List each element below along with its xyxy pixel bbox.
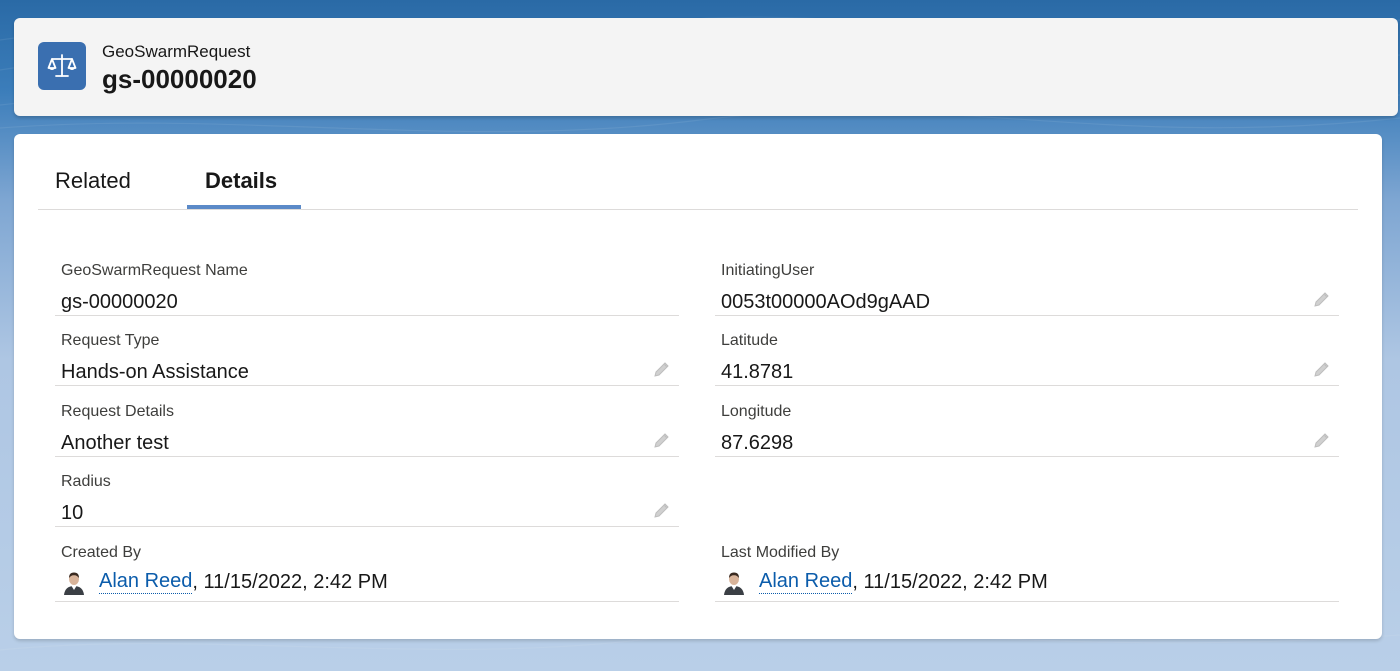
field-label: Created By (61, 544, 142, 561)
field-label: GeoSwarmRequest Name (61, 262, 248, 279)
field-longitude: Longitude 87.6298 (715, 395, 1339, 457)
field-label: Radius (61, 473, 111, 490)
field-latitude: Latitude 41.8781 (715, 324, 1339, 386)
pencil-icon[interactable] (653, 360, 671, 378)
pencil-icon[interactable] (653, 431, 671, 449)
avatar (61, 569, 87, 595)
tab-bar: Related Details (38, 134, 1358, 210)
field-value: Hands-on Assistance (61, 361, 249, 383)
tab-details[interactable]: Details (205, 168, 277, 194)
object-type-label: GeoSwarmRequest (102, 42, 251, 61)
field-value: 87.6298 (721, 432, 794, 454)
avatar (721, 569, 747, 595)
pencil-icon[interactable] (1313, 360, 1331, 378)
field-request-details: Request Details Another test (55, 395, 679, 457)
modified-date: , 11/15/2022, 2:42 PM (852, 570, 1048, 593)
last-modified-by-value: Alan Reed , 11/15/2022, 2:42 PM (721, 569, 1048, 595)
user-link-alan-reed[interactable]: Alan Reed (759, 570, 853, 594)
scales-icon (38, 42, 86, 90)
field-label: Latitude (721, 332, 778, 349)
field-value: 41.8781 (721, 361, 794, 383)
field-label: Request Details (61, 403, 174, 420)
field-initiating-user: InitiatingUser 0053t00000AOd9gAAD (715, 254, 1339, 316)
field-label: Request Type (61, 332, 160, 349)
field-value: gs-00000020 (61, 291, 178, 313)
pencil-icon[interactable] (653, 501, 671, 519)
field-label: InitiatingUser (721, 262, 815, 279)
field-radius: Radius 10 (55, 465, 679, 527)
field-value: 0053t00000AOd9gAAD (721, 291, 931, 313)
pencil-icon[interactable] (1313, 431, 1331, 449)
active-tab-indicator (187, 205, 301, 209)
field-value: 10 (61, 502, 84, 524)
pencil-icon[interactable] (1313, 290, 1331, 308)
field-label: Last Modified By (721, 544, 840, 561)
field-created-by: Created By Alan Reed , 11/15/2022, 2:42 … (55, 536, 679, 602)
field-label: Longitude (721, 403, 792, 420)
field-request-type: Request Type Hands-on Assistance (55, 324, 679, 386)
field-value: Another test (61, 432, 169, 454)
tab-related[interactable]: Related (55, 168, 131, 194)
created-date: , 11/15/2022, 2:42 PM (192, 570, 388, 593)
created-by-value: Alan Reed , 11/15/2022, 2:42 PM (61, 569, 388, 595)
user-link-alan-reed[interactable]: Alan Reed (99, 570, 193, 594)
record-header: GeoSwarmRequest gs-00000020 (14, 18, 1398, 116)
field-last-modified-by: Last Modified By Alan Reed , 11/15/2022,… (715, 536, 1339, 602)
field-geoswarmrequest-name: GeoSwarmRequest Name gs-00000020 (55, 254, 679, 316)
record-title: gs-00000020 (102, 64, 257, 94)
detail-card: Related Details GeoSwarmRequest Name gs-… (14, 134, 1382, 639)
